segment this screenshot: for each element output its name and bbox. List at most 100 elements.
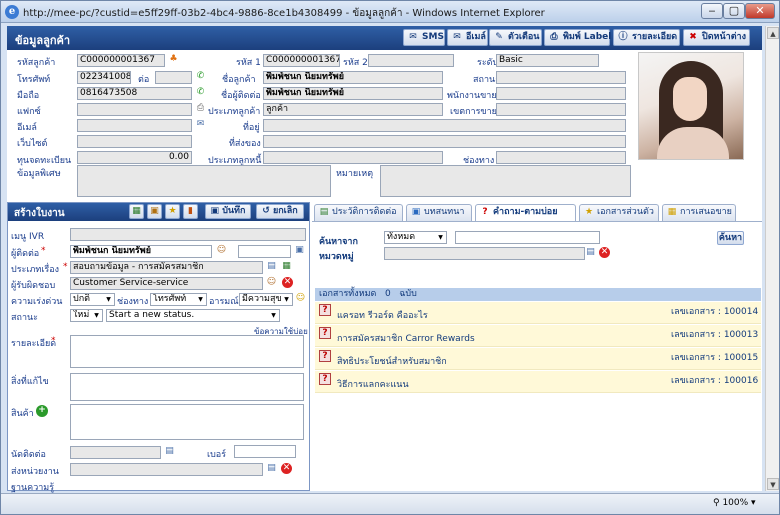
fix-textarea[interactable] — [70, 373, 304, 401]
email-field[interactable] — [77, 119, 192, 132]
mobile-field[interactable]: 0816473508 — [77, 87, 192, 100]
details-textarea[interactable] — [70, 335, 304, 368]
owner-field[interactable]: Customer Service-service — [70, 277, 263, 290]
tab-script[interactable]: ▣ บทสนทนา — [406, 204, 472, 221]
contact-field[interactable]: พิมพ์ชนก นิยมทรัพย์ — [263, 87, 443, 100]
zoom-control[interactable]: ⚲ 100% ▾ — [713, 498, 756, 508]
capital-field[interactable]: 0.00 — [77, 151, 192, 164]
required-mark: * — [51, 336, 56, 346]
calendar-icon[interactable]: ▤ — [164, 446, 175, 457]
print-label-button[interactable]: ⎙ พิมพ์ Label — [544, 29, 611, 46]
tab-faq[interactable]: ? คำถาม-ตามบ่อย — [475, 204, 576, 222]
level-field[interactable]: Basic — [496, 54, 599, 67]
phone-field[interactable]: 022341008 — [77, 71, 131, 84]
vertical-scrollbar[interactable]: ▲ ▼ — [765, 26, 779, 491]
faq-item[interactable]: ? แครอท รีวอร์ด คืออะไร เลขเอกสาร : 1000… — [315, 302, 761, 324]
tab-personal-docs[interactable]: ★ เอกสารส่วนตัว — [579, 204, 659, 221]
mobile-call-icon[interactable]: ✆ — [195, 87, 206, 98]
task-contact-extra-field[interactable] — [238, 245, 291, 258]
calculator-icon[interactable]: ▦ — [129, 204, 144, 219]
faq-title[interactable]: แครอท รีวอร์ด คืออะไร — [337, 308, 428, 322]
faq-title[interactable]: วิธีการแลกคะแนน — [337, 377, 409, 391]
customer-type-label: ประเภทลูกค้า — [208, 107, 261, 117]
delete-icon[interactable]: ✕ — [599, 247, 610, 258]
category-field[interactable] — [384, 247, 585, 260]
search-button[interactable]: ค้นหา — [717, 231, 744, 245]
create-task-panel: สร้างใบงาน ▦ ▣ ★ ▮ ▣ บันทึก ↺ ยกเลิก เมน… — [7, 202, 310, 493]
channel-field[interactable] — [496, 151, 626, 164]
faq-title[interactable]: สิทธิประโยชน์สำหรับสมาชิก — [337, 354, 447, 368]
faq-item[interactable]: ? สิทธิประโยชน์สำหรับสมาชิก เลขเอกสาร : … — [315, 348, 761, 370]
tab-contact-history[interactable]: ▤ ประวัติการติดต่อ — [314, 204, 403, 221]
close-page-button[interactable]: ✖ ปิดหน้าต่าง — [683, 29, 750, 46]
code2-field[interactable] — [368, 54, 454, 67]
close-window-button[interactable]: ✕ — [745, 3, 775, 19]
maximize-button[interactable]: ▢ — [723, 3, 745, 19]
website-field[interactable] — [77, 135, 192, 148]
subject-type-field[interactable]: สอบถามข้อมูล - การสมัครสมาชิก — [70, 261, 263, 274]
chevron-down-icon: ▼ — [106, 296, 111, 303]
code1-field[interactable]: C000000001367 — [263, 54, 340, 67]
save-contact-icon[interactable]: ▣ — [294, 245, 305, 256]
list-icon[interactable]: ▤ — [266, 463, 277, 474]
star-icon[interactable]: ★ — [165, 204, 180, 219]
people-icon[interactable]: ☺ — [266, 277, 277, 288]
product-area[interactable] — [70, 404, 304, 440]
sales-area-field[interactable] — [496, 103, 626, 116]
mood-select[interactable]: มีความสุข ▼ — [239, 293, 293, 306]
tab-sales-offer[interactable]: ▦ การเสนอขาย — [662, 204, 736, 221]
page-title: ข้อมูลลูกค้า — [15, 34, 71, 47]
details-button[interactable]: ⓘ รายละเอียด — [613, 29, 680, 46]
faq-item[interactable]: ? การสมัครสมาชิก Carror Rewards เลขเอกสา… — [315, 325, 761, 347]
debtor-type-field[interactable] — [263, 151, 443, 164]
grid-icon[interactable]: ▦ — [281, 261, 292, 272]
forward-field[interactable] — [70, 463, 263, 476]
email-button[interactable]: ✉ อีเมล์ — [447, 29, 488, 46]
scroll-down-icon[interactable]: ▼ — [767, 478, 779, 490]
box-icon[interactable]: ▣ — [147, 204, 162, 219]
sms-button[interactable]: ✉ SMS — [403, 29, 445, 46]
urgency-select[interactable]: ปกติ ▼ — [70, 293, 115, 306]
delete-icon[interactable]: ✕ — [281, 463, 292, 474]
customer-name-field[interactable]: พิมพ์ชนก นิยมทรัพย์ — [263, 71, 443, 84]
address-field[interactable] — [263, 119, 626, 132]
faq-item[interactable]: ? วิธีการแลกคะแนน เลขเอกสาร : 100016 — [315, 371, 761, 393]
website-label: เว็บไซต์ — [17, 139, 48, 149]
number-field[interactable] — [234, 445, 296, 458]
owner-label: ผู้รับผิดชอบ — [11, 281, 56, 291]
status-text-select[interactable]: Start a new status. ▼ — [106, 309, 280, 322]
fax-field[interactable] — [77, 103, 192, 116]
ext-field[interactable] — [155, 71, 192, 84]
send-email-icon[interactable]: ✉ — [195, 119, 206, 130]
appointment-field[interactable] — [70, 446, 161, 459]
faq-title[interactable]: การสมัครสมาชิก Carror Rewards — [337, 331, 475, 345]
task-status-select[interactable]: ใหม่ ▼ — [70, 309, 103, 322]
customer-type-field[interactable]: ลูกค้า — [263, 103, 443, 116]
shipping-field[interactable] — [263, 135, 626, 148]
add-product-icon[interactable]: + — [36, 405, 48, 417]
envelope-icon: ✉ — [453, 32, 461, 42]
status-field[interactable] — [496, 71, 626, 84]
save-button[interactable]: ▣ บันทึก — [205, 204, 251, 219]
scroll-up-icon[interactable]: ▲ — [767, 27, 779, 39]
cancel-button[interactable]: ↺ ยกเลิก — [256, 204, 304, 219]
people-icon[interactable]: ☺ — [216, 245, 227, 256]
ivr-field[interactable] — [70, 228, 306, 241]
book-icon[interactable]: ▮ — [183, 204, 198, 219]
delete-icon[interactable]: ✕ — [282, 277, 293, 288]
list-icon[interactable]: ▤ — [266, 261, 277, 272]
list-icon[interactable]: ▤ — [585, 247, 596, 258]
task-channel-select[interactable]: โทรศัพท์ ▼ — [150, 293, 207, 306]
salesperson-field[interactable] — [496, 87, 626, 100]
faq-search-input[interactable] — [455, 231, 600, 244]
customer-name-label: ชื่อลูกค้า — [222, 75, 256, 85]
shipping-label: ที่ส่งของ — [229, 139, 261, 149]
task-contact-field[interactable]: พิมพ์ชนก นิยมทรัพย์ — [70, 245, 212, 258]
search-scope-select[interactable]: ทั้งหมด ▼ — [384, 231, 447, 244]
minimize-button[interactable]: ‒ — [701, 3, 723, 19]
special-info-field[interactable] — [77, 165, 331, 197]
note-field[interactable] — [380, 165, 631, 197]
phone-call-icon[interactable]: ✆ — [195, 71, 206, 82]
customer-id-field[interactable]: C000000001367 — [77, 54, 165, 67]
reminder-button[interactable]: ✎ ตัวเตือน — [489, 29, 542, 46]
